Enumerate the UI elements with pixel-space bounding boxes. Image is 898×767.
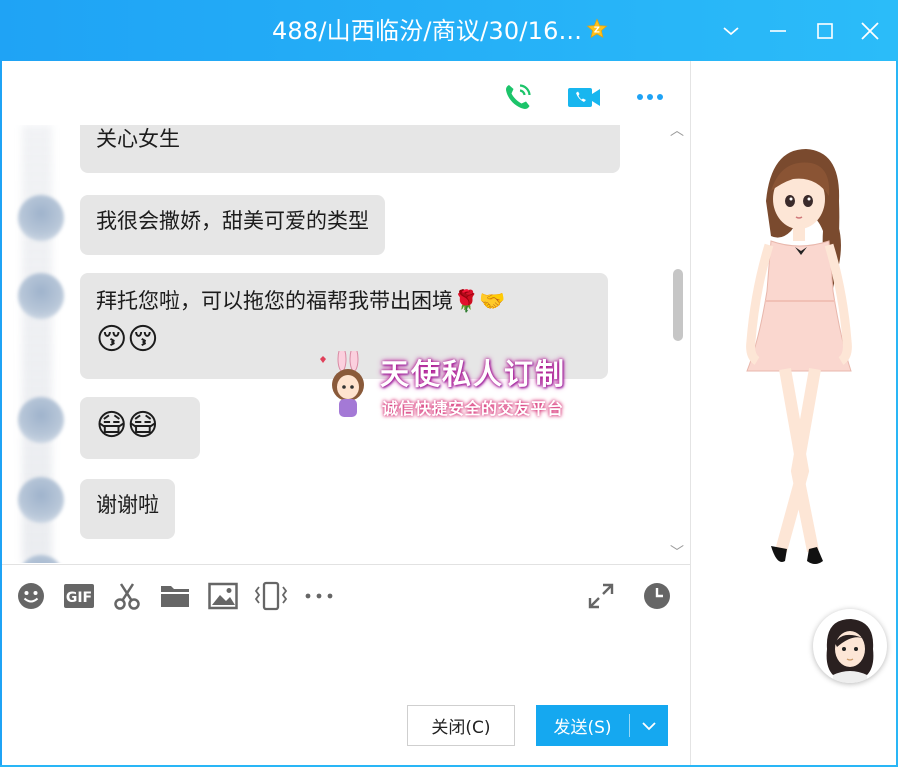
minimize-icon (770, 30, 786, 32)
message-text: 拜托您啦，可以拖您的福帮我带出困境🌹🤝 (96, 289, 506, 313)
chat-pane: 关心女生 我很会撒娇，甜美可爱的类型 拜托您啦，可以拖您的福帮我带出困境🌹🤝 😚… (2, 61, 690, 765)
avatar[interactable] (18, 273, 64, 319)
close-window-button[interactable] (857, 18, 883, 44)
file-button[interactable] (158, 579, 192, 613)
window-title: 488/山西临汾/商议/30/16... (271, 17, 583, 45)
profile-side-pane (691, 61, 896, 765)
gif-icon: GIF (64, 584, 94, 608)
maximize-button[interactable] (812, 18, 838, 44)
message-bubble: 我很会撒娇，甜美可爱的类型 (80, 195, 385, 255)
input-separator (2, 564, 690, 565)
shake-icon (254, 581, 288, 611)
watermark-title: 天使私人订制 (380, 357, 567, 391)
message-text: 我很会撒娇，甜美可爱的类型 (96, 209, 369, 233)
more-icon[interactable] (632, 79, 668, 115)
shake-button[interactable] (254, 579, 288, 613)
voice-call-icon[interactable] (500, 79, 536, 115)
input-toolbar: GIF (14, 579, 350, 613)
gif-label: GIF (66, 590, 92, 606)
history-clock-icon (644, 583, 670, 609)
message-text: 谢谢啦 (96, 493, 159, 517)
chat-header-actions (500, 79, 668, 115)
message-bubble: 😷😷 (80, 397, 200, 459)
chevron-down-icon (642, 721, 656, 730)
character-illustration (746, 149, 852, 564)
avatar[interactable] (18, 477, 64, 523)
emoji-line: 😷😷 (96, 408, 159, 443)
close-chat-button[interactable]: 关闭(C) (407, 705, 515, 746)
message-input[interactable] (14, 626, 674, 696)
send-options-button[interactable] (630, 705, 668, 746)
emoji-icon (18, 583, 44, 609)
svg-text:Z: Z (594, 25, 600, 35)
close-icon (861, 22, 879, 40)
emoji-button[interactable] (14, 579, 48, 613)
scissors-icon (114, 583, 140, 610)
message-text: 关心女生 (96, 127, 180, 151)
expand-input-button[interactable] (584, 579, 618, 613)
scroll-down-button[interactable]: ﹀ (670, 546, 684, 560)
gif-button[interactable]: GIF (62, 579, 96, 613)
image-icon (208, 582, 238, 610)
assistant-avatar-icon (826, 619, 874, 683)
screenshot-button[interactable] (110, 579, 144, 613)
more-tools-button[interactable] (302, 579, 336, 613)
scrollbar-thumb[interactable] (673, 269, 683, 341)
chevron-down-icon (723, 27, 739, 36)
close-chat-label: 关闭(C) (431, 718, 491, 738)
maximize-icon (817, 23, 833, 39)
watermark-girl-icon (320, 351, 364, 417)
star-badge-icon: Z (586, 18, 608, 39)
message-bubble: 关心女生 (80, 125, 620, 173)
watermark-subtitle: 诚信快捷安全的交友平台 (382, 399, 564, 418)
send-label: 发送(S) (553, 718, 612, 738)
message-bubble: 谢谢啦 (80, 479, 175, 539)
scroll-up-button[interactable]: ︿ (670, 124, 684, 138)
minimize-button[interactable] (765, 18, 791, 44)
dropdown-button[interactable] (718, 18, 744, 44)
expand-icon (588, 583, 614, 609)
avatar[interactable] (18, 195, 64, 241)
watermark: 天使私人订制 诚信快捷安全的交友平台 (312, 351, 592, 429)
avatar[interactable] (18, 397, 64, 443)
send-button[interactable]: 发送(S) (536, 705, 668, 746)
floating-assistant-avatar[interactable] (813, 609, 887, 683)
more-icon (305, 593, 333, 599)
video-call-icon[interactable] (566, 79, 602, 115)
title-bar: 488/山西临汾/商议/30/16... Z (0, 0, 898, 61)
folder-icon (161, 586, 189, 607)
message-history-button[interactable] (640, 579, 674, 613)
window-title-wrap: 488/山西临汾/商议/30/16... Z (0, 16, 880, 46)
message-list: 关心女生 我很会撒娇，甜美可爱的类型 拜托您啦，可以拖您的福帮我带出困境🌹🤝 😚… (2, 125, 674, 563)
image-button[interactable] (206, 579, 240, 613)
